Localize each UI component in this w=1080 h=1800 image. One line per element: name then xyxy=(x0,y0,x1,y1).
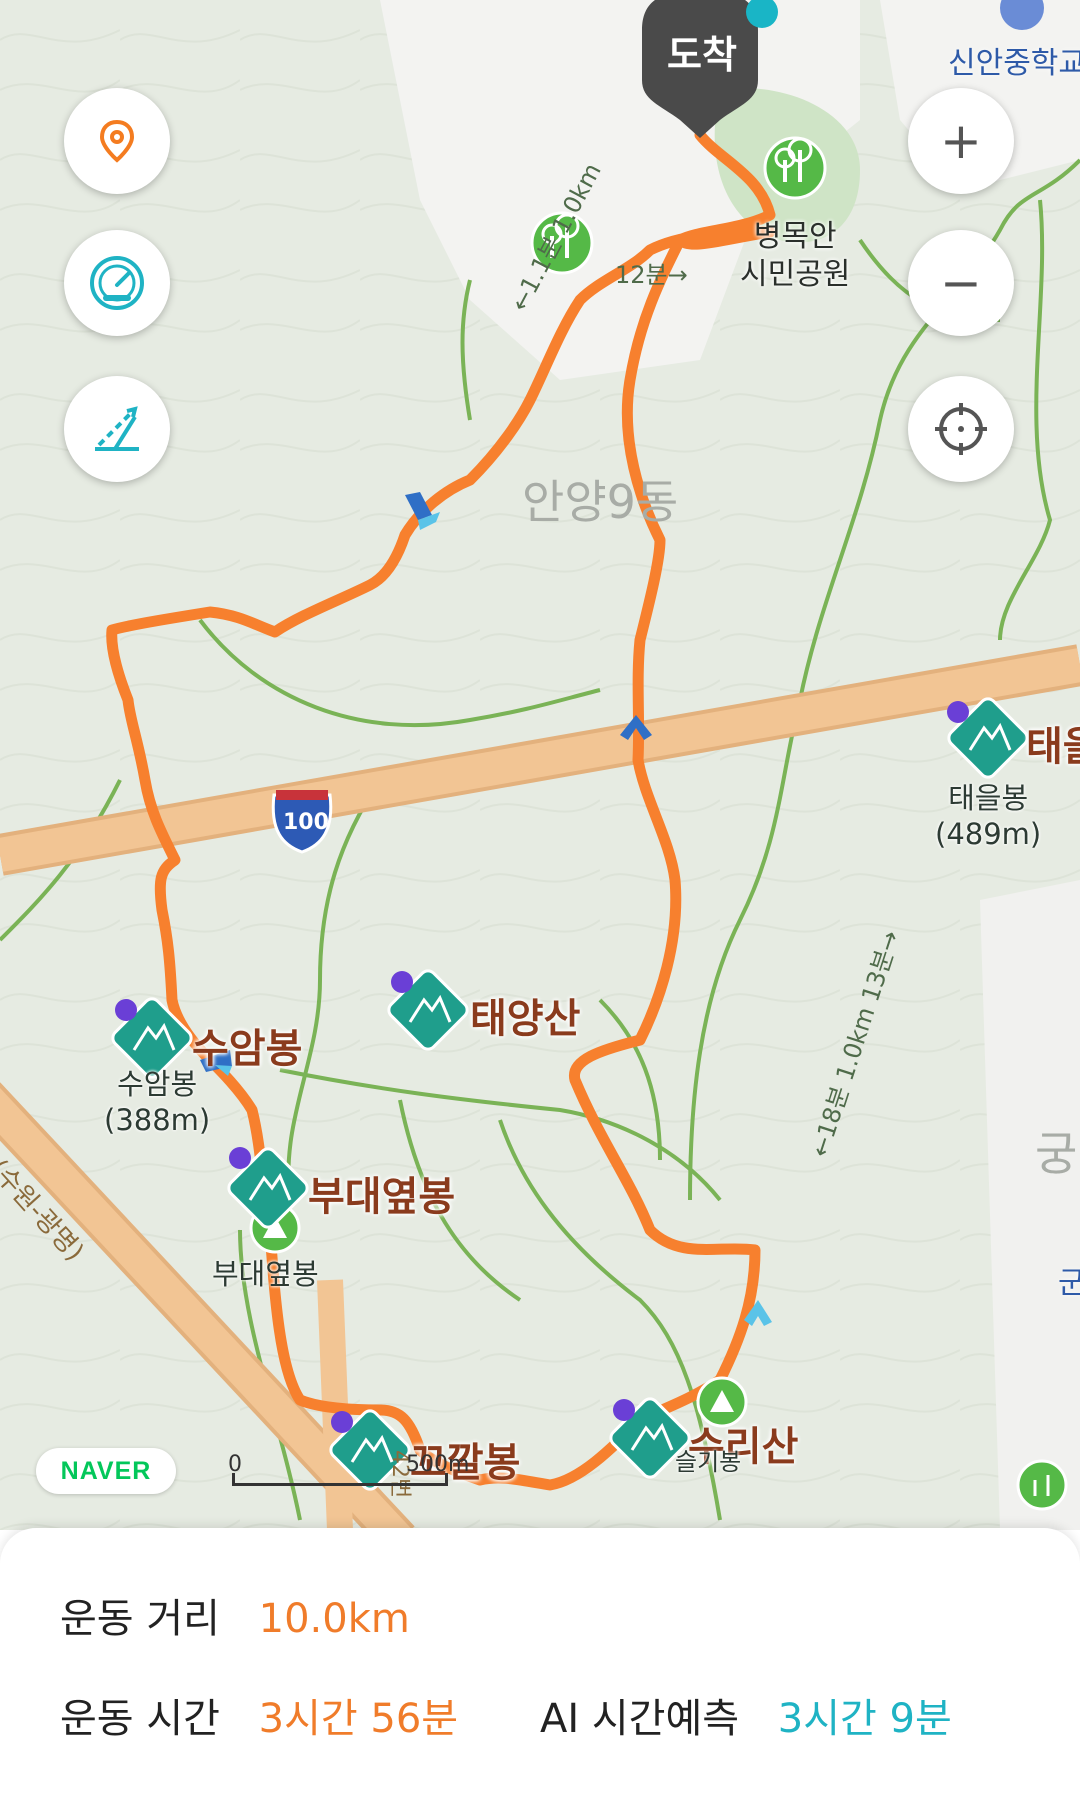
time-row: 운동 시간 3시간 56분 xyxy=(60,1686,458,1744)
ai-estimate-value: 3시간 9분 xyxy=(777,1696,952,1742)
distance-value: 10.0km xyxy=(258,1596,410,1642)
park-label-line1: 병목안 xyxy=(753,219,837,254)
zoom-in-button[interactable]: + xyxy=(908,88,1014,194)
park-tree-icon xyxy=(763,136,827,200)
time-label: 운동 시간 xyxy=(60,1696,220,1742)
peak-suam-sub2: (388m) xyxy=(104,1103,211,1137)
locate-me-button[interactable] xyxy=(908,376,1014,482)
arrival-label: 도착 xyxy=(667,33,737,77)
peak-budae-name: 부대옆봉 xyxy=(308,1174,456,1220)
peak-suri-sub: 슬기봉 xyxy=(675,1448,742,1476)
map-view[interactable]: 도착 신안중학교 병목안 시민공원 안양9동 ←1.1분 1.0km 12분→ … xyxy=(0,0,1080,1530)
peak-taeul-sub1: 태을봉 xyxy=(948,781,1029,815)
ai-estimate-label: AI 시간예측 xyxy=(540,1696,740,1742)
location-pin-icon xyxy=(99,119,135,163)
peak-suam-sub: 수암봉 (388m) xyxy=(104,1066,210,1138)
scale-distance: 500m xyxy=(406,1452,470,1477)
location-button[interactable] xyxy=(64,88,170,194)
park-label: 병목안 시민공원 xyxy=(740,218,850,294)
district-partial-label-2: 군 xyxy=(1058,1266,1080,1301)
park-label-line2: 시민공원 xyxy=(740,257,851,292)
peak-taeul-sub2: (489m) xyxy=(935,817,1042,851)
peak-budae-sub: 부대옆봉 xyxy=(212,1257,319,1291)
district-label: 안양9동 xyxy=(522,475,679,529)
peak-taeul-name: 태을 xyxy=(1026,724,1080,770)
speedometer-icon xyxy=(90,256,144,310)
peak-taeul-sub: 태을봉 (489m) xyxy=(935,780,1041,852)
highway-shield-label: 100 xyxy=(283,810,329,835)
scale-zero: 0 xyxy=(228,1452,242,1477)
trail-note-small: 12분→ xyxy=(615,261,688,289)
slope-icon xyxy=(95,406,139,451)
map-scale: 0 500m xyxy=(228,1452,469,1490)
zoom-out-button[interactable]: − xyxy=(908,230,1014,336)
naver-logo: NAVER xyxy=(36,1448,176,1494)
distance-label: 운동 거리 xyxy=(60,1596,220,1642)
school-label: 신안중학교 xyxy=(948,46,1080,81)
speed-button[interactable] xyxy=(64,230,170,336)
peak-suam-sub1: 수암봉 xyxy=(117,1067,198,1101)
distance-row: 운동 거리 10.0km xyxy=(60,1586,410,1644)
time-value: 3시간 56분 xyxy=(258,1696,459,1742)
district-partial-label: 궁 xyxy=(1035,1127,1078,1181)
workout-summary-panel: 운동 거리 10.0km 운동 시간 3시간 56분 AI 시간예측 3시간 9… xyxy=(0,1528,1080,1800)
peak-taeyang-name: 태양산 xyxy=(470,996,581,1042)
crosshair-icon xyxy=(935,403,987,455)
slope-button[interactable] xyxy=(64,376,170,482)
ai-estimate-row: AI 시간예측 3시간 9분 xyxy=(540,1686,952,1744)
park-tree-icon-3 xyxy=(1016,1459,1068,1511)
